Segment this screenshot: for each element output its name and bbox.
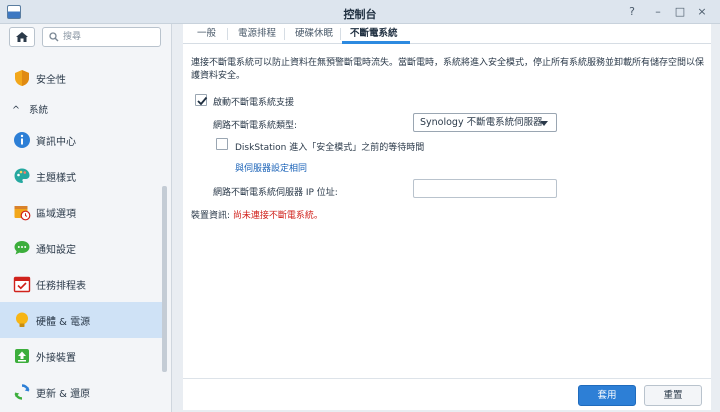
checkmark-icon [197,96,208,106]
window-title: 控制台 [343,8,377,21]
server-ip-field[interactable] [413,179,557,198]
ups-type-select[interactable]: Synology 不斷電系統伺服器 [413,113,557,132]
chat-icon [14,241,30,255]
sidebar-item-info-center[interactable]: 資訊中心 [0,122,162,158]
sidebar-scrollbar[interactable] [162,186,167,372]
sidebar-item-label: 外接裝置 [36,353,76,364]
tab-bar: 一般 電源排程 硬碟休眠 不斷電系統 [183,24,711,44]
bulb-icon [16,312,28,327]
window-edge [711,24,720,412]
footer-divider [183,378,711,379]
info-icon [14,132,30,148]
chevron-up-icon: ^ [12,105,20,116]
section-header-system[interactable]: ^ 系統 [12,102,48,116]
close-button[interactable]: × [694,4,710,20]
upload-icon [15,349,29,363]
sidebar-item-theme[interactable]: 主題樣式 [0,158,162,194]
tab-general[interactable]: 一般 [197,26,216,42]
sidebar-item-label: 任務排程表 [36,281,86,292]
sidebar-item-label: 資訊中心 [36,137,76,148]
tab-divider [284,28,285,40]
search-box[interactable] [42,27,161,47]
ups-description: 連接不斷電系統可以防止資料在無預警斷電時流失。當斷電時，系統將進入安全模式，停止… [191,58,705,81]
tab-divider [340,28,341,40]
ups-type-value: Synology 不斷電系統伺服器 [420,117,543,128]
reset-button[interactable]: 重置 [644,385,702,406]
sidebar-item-label: 主題樣式 [36,173,76,184]
wait-time-label: DiskStation 進入「安全模式」之前的等待時間 [235,143,425,153]
shield-icon [15,70,29,86]
sidebar-item-hardware-power[interactable]: 硬體 & 電源 [0,302,162,338]
sidebar-item-update-restore[interactable]: 更新 & 還原 [0,374,162,410]
home-button[interactable] [9,27,35,47]
calendar-clock-icon [14,206,31,221]
minimize-button[interactable]: – [650,4,666,20]
search-icon [49,32,59,42]
palette-icon [14,168,30,183]
maximize-button[interactable]: □ [672,4,688,20]
apply-button[interactable]: 套用 [578,385,636,406]
device-info-status: 尚未連接不斷電系統。 [232,211,323,221]
title-bar: 控制台 ? – □ × [0,0,720,24]
sidebar-item-label: 區域選項 [36,209,76,220]
sidebar-item-label: 硬體 & 電源 [36,317,91,328]
sidebar: 安全性 ^ 系統 資訊中心 主題樣式 區域選項 [0,24,172,412]
sidebar-item-task-scheduler[interactable]: 任務排程表 [0,266,162,302]
section-label: 系統 [29,105,49,116]
tab-divider [227,28,228,40]
tab-hdd-hibernation[interactable]: 硬碟休眠 [295,26,333,42]
search-input[interactable] [63,30,157,44]
tab-power-schedule[interactable]: 電源排程 [238,26,276,42]
main-panel: 一般 電源排程 硬碟休眠 不斷電系統 連接不斷電系統可以防止資料在無預警斷電時流… [183,24,711,410]
chevron-down-icon [540,121,548,126]
task-calendar-icon [13,276,31,293]
enable-ups-checkbox[interactable] [195,94,208,106]
wait-time-checkbox[interactable] [216,138,228,150]
sidebar-item-label: 安全性 [36,75,66,86]
sidebar-item-label: 更新 & 還原 [36,389,91,400]
sidebar-item-external-devices[interactable]: 外接裝置 [0,338,162,374]
active-tab-indicator [342,41,410,44]
sidebar-item-label: 通知設定 [36,245,76,256]
sidebar-item-security[interactable]: 安全性 [0,60,162,96]
device-info-row: 裝置資訊: 尚未連接不斷電系統。 [191,208,323,221]
device-info-label: 裝置資訊: [191,211,231,221]
tab-ups[interactable]: 不斷電系統 [350,26,398,42]
sidebar-item-regional-options[interactable]: 區域選項 [0,194,162,230]
home-icon [16,32,28,42]
sidebar-item-notifications[interactable]: 通知設定 [0,230,162,266]
ups-type-label: 網路不斷電系統類型: [213,121,298,131]
same-as-server-link[interactable]: 與伺服器設定相同 [235,161,307,174]
enable-ups-label: 啟動不斷電系統支援 [213,98,295,108]
refresh-icon [14,384,30,400]
help-button[interactable]: ? [624,4,640,20]
server-ip-label: 網路不斷電系統伺服器 IP 位址: [213,188,338,198]
